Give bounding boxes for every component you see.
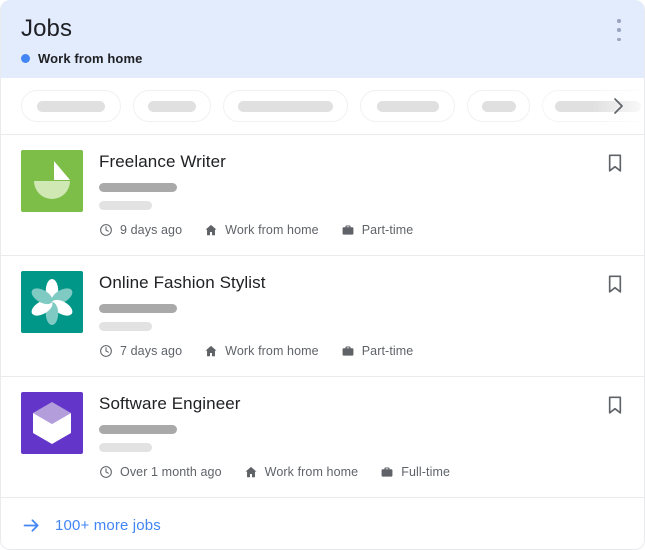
job-type-label: Part-time	[361, 223, 414, 237]
jobs-panel: Jobs Work from home Freelance Writer 9 d…	[0, 0, 645, 550]
job-source-placeholder	[99, 443, 152, 452]
company-name-placeholder	[99, 183, 177, 192]
flower-logo	[21, 271, 83, 333]
briefcase-icon	[342, 225, 354, 235]
filter-chip-placeholder	[148, 100, 196, 112]
company-name-placeholder	[99, 304, 177, 313]
job-posted: Over 1 month ago	[99, 465, 222, 479]
clock-icon	[100, 466, 112, 478]
job-type: Part-time	[341, 223, 414, 237]
job-meta-row: 7 days ago Work from home Part-time	[99, 344, 413, 358]
job-details: Freelance Writer	[99, 150, 624, 255]
briefcase-icon	[381, 467, 393, 477]
job-list-item[interactable]: Software Engineer Over 1 month ago Work …	[1, 377, 644, 498]
job-list-item[interactable]: Online Fashion Stylist 7 days ago Work f…	[1, 256, 644, 377]
job-posted-label: 9 days ago	[120, 223, 183, 237]
company-name-placeholder	[99, 425, 177, 434]
job-source-placeholder	[99, 322, 152, 331]
job-posted: 7 days ago	[99, 344, 182, 358]
job-details: Online Fashion Stylist	[99, 271, 624, 376]
clock-icon	[100, 345, 112, 357]
filter-chip-placeholder	[238, 100, 333, 112]
job-list: Freelance Writer 9 days ago Work from ho…	[1, 135, 644, 501]
active-filter: Work from home	[21, 51, 626, 66]
job-type-label: Full-time	[401, 465, 451, 479]
cube-logo	[21, 392, 83, 454]
job-posted: 9 days ago	[99, 223, 182, 237]
filter-chip-placeholder	[481, 100, 516, 112]
filter-chip[interactable]	[21, 90, 121, 122]
filter-chips-row	[1, 78, 644, 135]
panel-header: Jobs Work from home	[1, 0, 644, 78]
more-jobs-link[interactable]: 100+ more jobs	[1, 501, 644, 549]
filter-chip[interactable]	[467, 90, 530, 122]
more-vert-icon[interactable]	[610, 16, 628, 44]
job-meta-row: 9 days ago Work from home Part-time	[99, 223, 413, 237]
job-details: Software Engineer	[99, 392, 624, 497]
more-jobs-label: 100+ more jobs	[55, 516, 161, 534]
job-meta-row: Over 1 month ago Work from home Full-tim…	[99, 465, 450, 479]
sailboat-logo	[21, 150, 83, 212]
bookmark-icon[interactable]	[604, 151, 626, 175]
company-logo	[21, 271, 83, 333]
job-list-item[interactable]: Freelance Writer 9 days ago Work from ho…	[1, 135, 644, 256]
filter-chip-placeholder	[37, 100, 105, 112]
filter-dot-icon	[21, 54, 30, 63]
job-location: Work from home	[204, 344, 319, 358]
bookmark-icon[interactable]	[604, 393, 626, 417]
job-type: Part-time	[341, 344, 414, 358]
briefcase-icon	[342, 346, 354, 356]
job-source-placeholder	[99, 201, 152, 210]
filter-chip-placeholder	[376, 100, 439, 112]
job-location-label: Work from home	[264, 465, 359, 479]
page-title: Jobs	[21, 15, 73, 42]
filter-chip[interactable]	[133, 90, 211, 122]
job-location-label: Work from home	[225, 223, 319, 237]
filter-chip[interactable]	[360, 90, 455, 122]
job-location: Work from home	[244, 465, 359, 479]
home-icon	[245, 466, 257, 478]
arrow-right-icon	[23, 518, 39, 532]
company-logo	[21, 150, 83, 212]
job-title: Software Engineer	[99, 394, 241, 413]
clock-icon	[100, 224, 112, 236]
chevron-right-icon[interactable]	[606, 94, 630, 118]
active-filter-label: Work from home	[38, 51, 143, 66]
job-type-label: Part-time	[361, 344, 414, 358]
company-logo	[21, 392, 83, 454]
job-title: Freelance Writer	[99, 152, 226, 171]
filter-chip[interactable]	[223, 90, 348, 122]
home-icon	[205, 345, 217, 357]
job-posted-label: 7 days ago	[120, 344, 183, 358]
job-location-label: Work from home	[225, 344, 319, 358]
job-type: Full-time	[380, 465, 450, 479]
job-posted-label: Over 1 month ago	[120, 465, 222, 479]
bookmark-icon[interactable]	[604, 272, 626, 296]
job-title: Online Fashion Stylist	[99, 273, 266, 292]
job-location: Work from home	[204, 223, 319, 237]
home-icon	[205, 224, 217, 236]
